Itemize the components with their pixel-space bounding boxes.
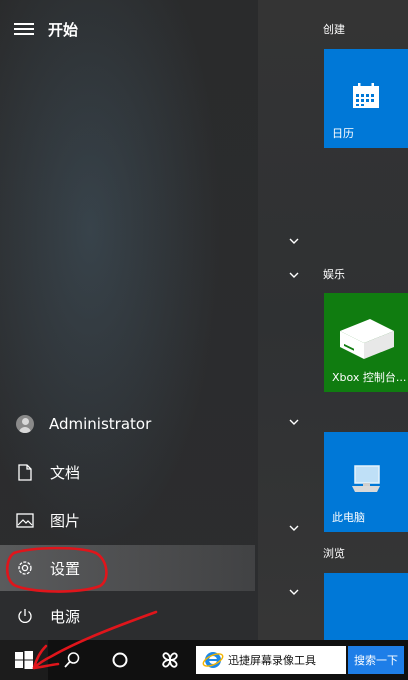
settings-button[interactable]: 设置: [0, 545, 255, 591]
cortana-circle-icon: [112, 652, 128, 668]
user-avatar-icon: [16, 415, 34, 433]
computer-icon: [352, 465, 380, 492]
start-menu-left-column: [0, 0, 258, 640]
windows-logo-icon: [15, 651, 33, 669]
this-pc-tile-label: 此电脑: [332, 511, 365, 524]
documents-button[interactable]: 文档: [0, 449, 255, 495]
taskbar-search-box: [196, 646, 346, 674]
xbox-tile-label: Xbox 控制台...: [332, 371, 407, 384]
section-title-entertainment: 娱乐: [323, 268, 345, 281]
power-label: 电源: [50, 607, 81, 626]
user-account-button[interactable]: Administrator: [0, 401, 255, 447]
hamburger-icon[interactable]: [14, 20, 34, 36]
chevron-down-icon[interactable]: [287, 236, 301, 246]
calendar-icon: [353, 83, 379, 108]
chevron-down-icon[interactable]: [287, 417, 301, 427]
gear-icon: [14, 557, 36, 579]
taskbar: 搜索一下: [0, 640, 408, 680]
taskbar-search-button[interactable]: [52, 640, 92, 680]
start-menu: 开始 Administrator 文档 图片 设置 电源 创建 日历 娱乐 Xb…: [0, 0, 408, 640]
pictures-label: 图片: [50, 511, 81, 530]
pictures-button[interactable]: 图片: [0, 497, 255, 543]
this-pc-tile[interactable]: 此电脑: [324, 432, 408, 532]
calendar-tile[interactable]: 日历: [324, 49, 408, 148]
xbox-tile[interactable]: Xbox 控制台...: [324, 293, 408, 392]
picture-icon: [14, 509, 36, 531]
documents-label: 文档: [50, 463, 81, 482]
chevron-down-icon[interactable]: [287, 523, 301, 533]
settings-label: 设置: [50, 559, 81, 578]
document-icon: [14, 461, 36, 483]
section-title-create: 创建: [323, 23, 345, 36]
power-icon: [14, 605, 36, 627]
calendar-tile-label: 日历: [332, 127, 354, 140]
xbox-console-icon: [340, 319, 394, 359]
pinwheel-app-icon: [162, 652, 178, 668]
cortana-button[interactable]: [98, 640, 142, 680]
start-title: 开始: [48, 21, 79, 39]
power-button[interactable]: 电源: [0, 593, 255, 639]
search-icon: [64, 652, 80, 668]
taskbar-app-button[interactable]: [148, 640, 192, 680]
search-input[interactable]: [228, 653, 338, 667]
user-name: Administrator: [49, 415, 152, 433]
section-title-browse: 浏览: [323, 547, 345, 560]
start-button[interactable]: [0, 640, 48, 680]
chevron-down-icon[interactable]: [287, 587, 301, 597]
browser-tile[interactable]: [324, 573, 408, 640]
search-submit-button[interactable]: 搜索一下: [348, 646, 404, 674]
chevron-down-icon[interactable]: [287, 270, 301, 280]
ie-browser-icon: [202, 652, 224, 668]
